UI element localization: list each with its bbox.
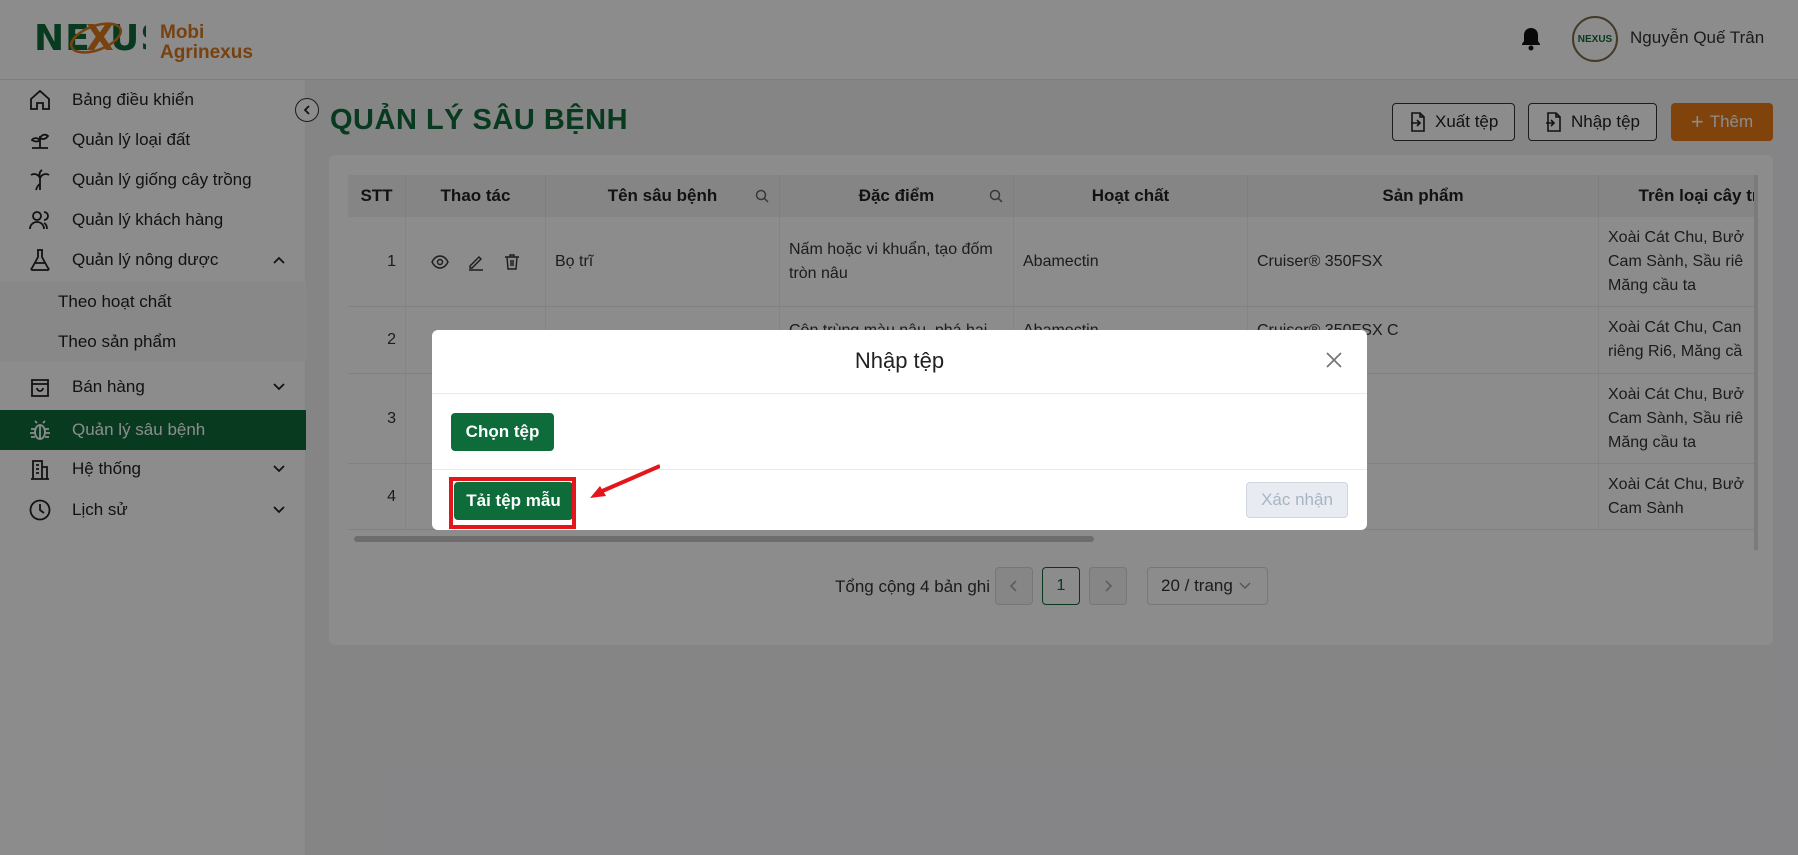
modal-divider — [432, 469, 1367, 470]
annotation-arrow-icon — [590, 464, 660, 498]
close-icon[interactable] — [1325, 351, 1343, 369]
choose-file-button[interactable]: Chọn tệp — [451, 413, 554, 451]
confirm-button[interactable]: Xác nhận — [1246, 482, 1348, 518]
annotation-highlight-box — [449, 477, 576, 529]
modal-divider — [432, 393, 1367, 394]
modal-title: Nhập tệp — [854, 348, 945, 373]
